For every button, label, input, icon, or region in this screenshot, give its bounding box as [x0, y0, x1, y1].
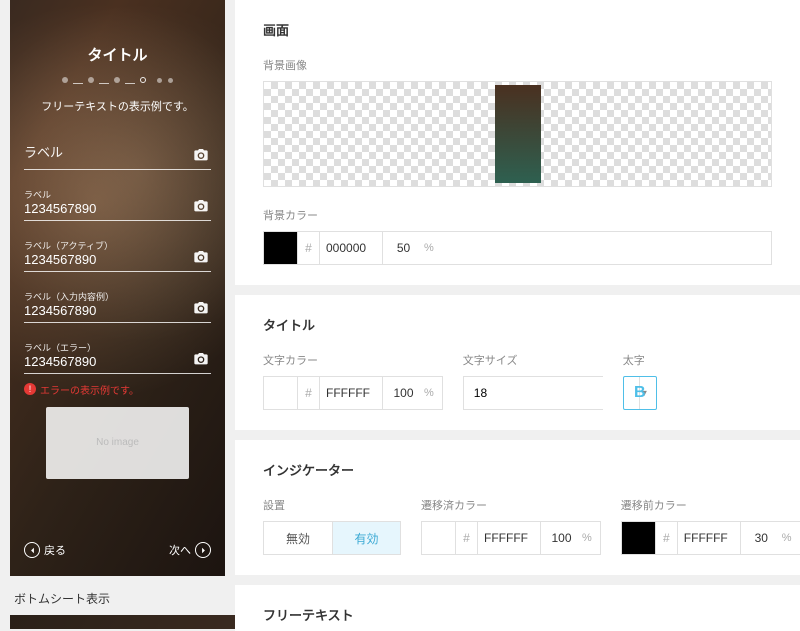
section-freetext: フリーテキスト 文字カラー # % 文字サイズ ▼ — [235, 585, 800, 631]
bottom-sheet-preview — [10, 615, 235, 629]
preview-freetext: フリーテキストの表示例です。 — [24, 98, 211, 114]
section-screen: 画面 背景画像 背景カラー # % — [235, 0, 800, 285]
preview-input-row: ラベル（入力内容例） 1234567890 — [24, 284, 211, 323]
bg-image-picker[interactable] — [263, 81, 772, 187]
indicator-inactive-color[interactable]: # % — [621, 521, 800, 555]
field-label: 背景画像 — [263, 57, 772, 73]
indicator-dots — [24, 77, 211, 84]
preview-error: ! エラーの表示例です。 — [24, 382, 211, 397]
indicator-placement-segmented[interactable]: 無効 有効 — [263, 521, 401, 555]
alert-icon: ! — [24, 383, 36, 395]
preview-title: タイトル — [24, 44, 211, 65]
camera-icon — [193, 147, 209, 163]
seg-off[interactable]: 無効 — [264, 522, 332, 554]
phone-preview: タイトル フリーテキストの表示例です。 ラベル ラベル 1234567890 ラ… — [10, 0, 225, 576]
bg-color-pct[interactable] — [382, 232, 424, 264]
bg-color-input[interactable]: # % — [263, 231, 772, 265]
section-indicator: インジケーター 設置 無効 有効 遷移済カラー # % 遷移前カラー — [235, 440, 800, 575]
title-color-hex[interactable] — [320, 377, 382, 409]
section-title: フリーテキスト — [263, 605, 772, 624]
bg-image-thumb — [495, 85, 541, 183]
section-title: タイトル — [263, 315, 772, 334]
section-title: 画面 — [263, 20, 772, 39]
title-size-select[interactable]: ▼ — [463, 376, 603, 410]
back-button[interactable]: 戻る — [24, 542, 66, 558]
section-title: インジケーター — [263, 460, 772, 479]
bold-toggle[interactable]: B — [623, 376, 657, 410]
camera-icon — [193, 249, 209, 265]
bg-color-hex[interactable] — [320, 232, 382, 264]
preview-input-row: ラベル 1234567890 — [24, 182, 211, 221]
camera-icon — [193, 351, 209, 367]
preview-input-row: ラベル — [24, 132, 211, 170]
camera-icon — [193, 198, 209, 214]
preview-noimage: No image — [46, 407, 189, 479]
title-color-input[interactable]: # % — [263, 376, 443, 410]
section-title-settings: タイトル 文字カラー # % 文字サイズ ▼ 太字 B — [235, 295, 800, 430]
camera-icon — [193, 300, 209, 316]
preview-input-row: ラベル（アクティブ） 1234567890 — [24, 233, 211, 272]
next-button[interactable]: 次へ — [169, 542, 211, 558]
seg-on[interactable]: 有効 — [332, 522, 400, 554]
title-color-pct[interactable] — [382, 377, 424, 409]
indicator-active-color[interactable]: # % — [421, 521, 601, 555]
bottom-sheet-label: ボトムシート表示 — [10, 576, 225, 615]
preview-input-row: ラベル（エラー） 1234567890 — [24, 335, 211, 374]
field-label: 背景カラー — [263, 207, 772, 223]
